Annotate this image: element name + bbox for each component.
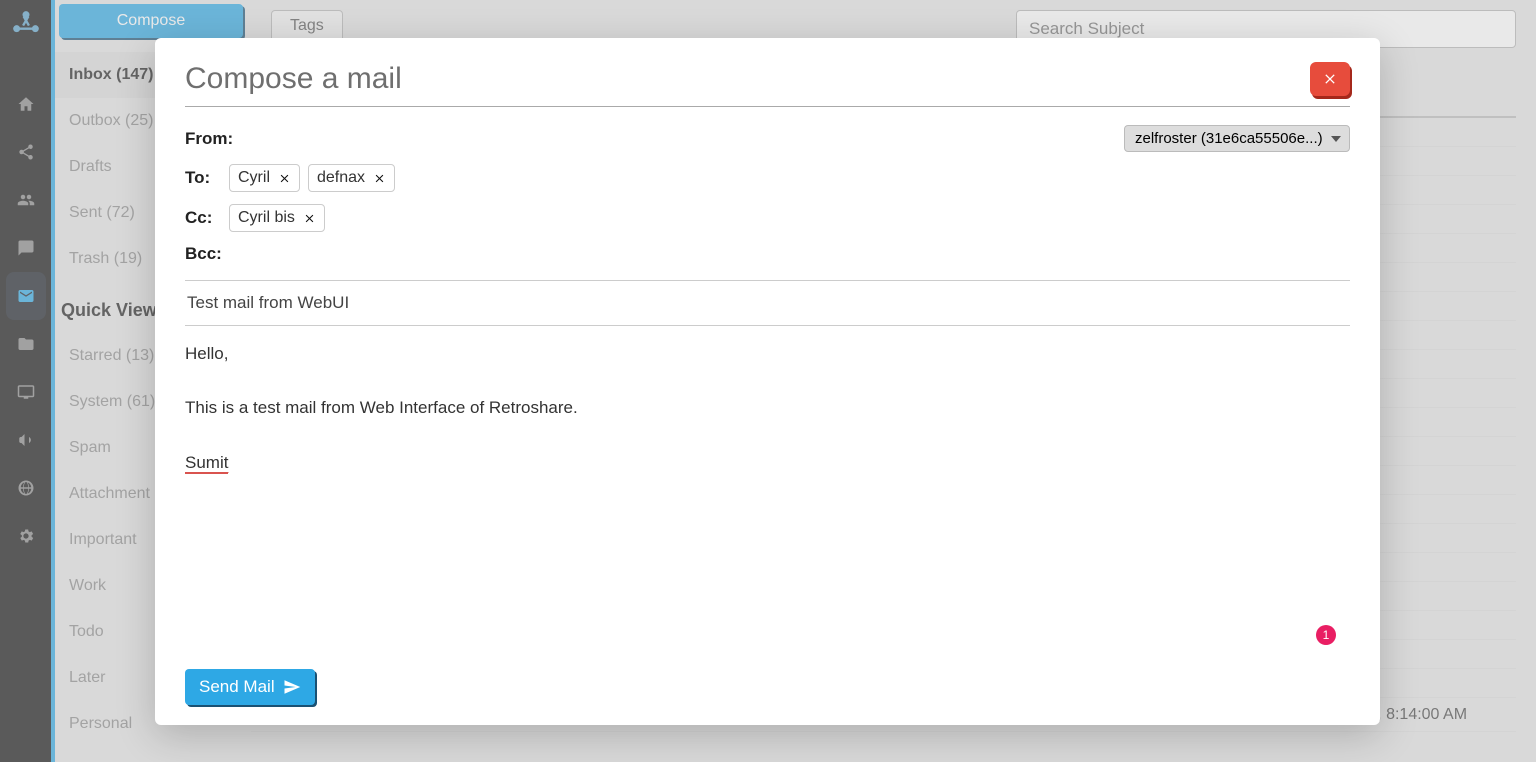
from-label: From: bbox=[185, 129, 245, 149]
compose-modal: Compose a mail From: zelfroster (31e6ca5… bbox=[155, 38, 1380, 725]
to-chip[interactable]: Cyril bbox=[229, 164, 300, 192]
bcc-row: Bcc: bbox=[185, 238, 1350, 270]
close-button[interactable] bbox=[1310, 62, 1350, 96]
chip-label: Cyril bis bbox=[238, 209, 295, 227]
signature: Sumit bbox=[185, 453, 228, 474]
paper-plane-icon bbox=[283, 678, 301, 696]
from-select[interactable]: zelfroster (31e6ca55506e...) bbox=[1124, 125, 1350, 152]
close-icon bbox=[1322, 71, 1338, 87]
modal-title: Compose a mail bbox=[185, 62, 402, 96]
body-editor[interactable]: Hello, This is a test mail from Web Inte… bbox=[185, 326, 1350, 669]
remove-chip-icon[interactable] bbox=[373, 172, 386, 185]
cc-row: Cc: Cyril bis bbox=[185, 198, 1350, 238]
to-chip[interactable]: defnax bbox=[308, 164, 395, 192]
to-row: To: Cyril defnax bbox=[185, 158, 1350, 198]
from-row: From: zelfroster (31e6ca55506e...) bbox=[185, 119, 1350, 158]
to-label: To: bbox=[185, 168, 229, 188]
remove-chip-icon[interactable] bbox=[278, 172, 291, 185]
body-line: Hello, bbox=[185, 340, 1350, 367]
chip-label: defnax bbox=[317, 169, 365, 187]
body-line: This is a test mail from Web Interface o… bbox=[185, 394, 1350, 421]
send-button[interactable]: Send Mail bbox=[185, 669, 315, 705]
notification-badge: 1 bbox=[1316, 625, 1336, 645]
subject-input[interactable] bbox=[185, 280, 1350, 326]
send-label: Send Mail bbox=[199, 677, 275, 697]
cc-label: Cc: bbox=[185, 208, 229, 228]
bcc-label: Bcc: bbox=[185, 244, 229, 264]
cc-chip[interactable]: Cyril bis bbox=[229, 204, 325, 232]
remove-chip-icon[interactable] bbox=[303, 212, 316, 225]
chip-label: Cyril bbox=[238, 169, 270, 187]
